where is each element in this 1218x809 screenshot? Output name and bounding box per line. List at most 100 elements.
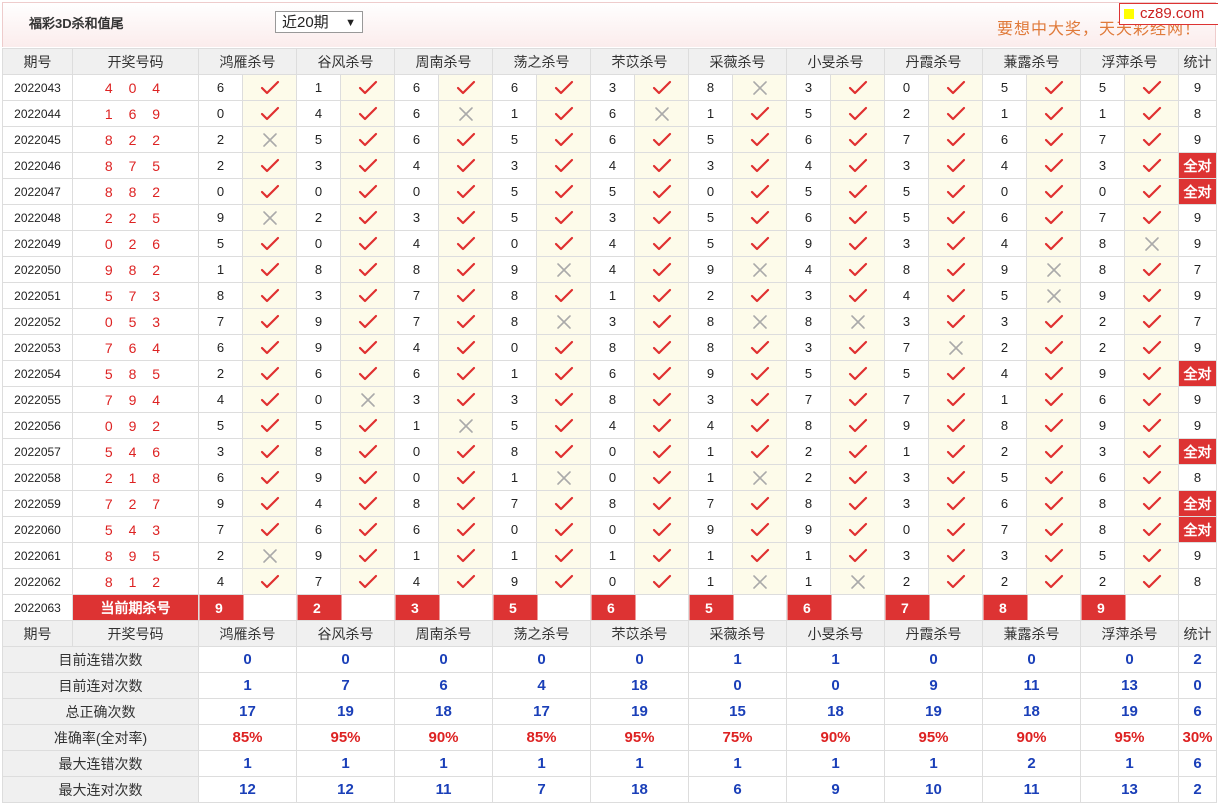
check-icon: [928, 542, 983, 569]
check-icon: [438, 282, 493, 309]
header-row: 期号 开奖号码 鸿雁杀号 谷风杀号 周南杀号 荡之杀号 芣苡杀号 采薇杀号 小旻杀号 丹霞杀号 蒹露…: [2, 620, 1217, 647]
stats-value: 85%: [492, 724, 591, 751]
kill-number-cell: 8: [1080, 490, 1125, 517]
kill-number-cell: 5: [688, 126, 733, 153]
check-icon: [340, 412, 395, 439]
kill-number-cell: 6: [1080, 464, 1125, 491]
check-icon: [1124, 308, 1179, 335]
stats-value: 0: [590, 646, 689, 673]
check-icon: [732, 126, 787, 153]
kill-number-cell: 7: [394, 282, 439, 309]
kill-number-cell: 1: [688, 100, 733, 127]
check-icon: [536, 152, 591, 179]
kill-number-cell: 4: [982, 230, 1027, 257]
col-expert: 蒹露杀号: [982, 48, 1081, 75]
kill-number-cell: 3: [1080, 438, 1125, 465]
check-icon: [732, 360, 787, 387]
stats-value: 2: [982, 750, 1081, 777]
kill-number-cell: 5: [982, 464, 1027, 491]
stats-row: 最大连对次数 12 12 11 7 18 6 9 10 11 13 2: [2, 776, 1217, 803]
kill-number-cell: 3: [492, 152, 537, 179]
kill-number-cell: 6: [982, 126, 1027, 153]
cross-icon: [732, 308, 787, 335]
kill-number-cell: 0: [492, 516, 537, 543]
check-icon: [928, 152, 983, 179]
col-expert: 采薇杀号: [688, 48, 787, 75]
col-expert: 芣苡杀号: [590, 48, 689, 75]
col-expert: 谷风杀号: [296, 620, 395, 647]
draw-number-cell: 5 7 3: [72, 282, 199, 309]
issue-cell: 2022046: [2, 152, 73, 179]
stats-total: 2: [1178, 646, 1217, 673]
kill-number-cell: 0: [394, 178, 439, 205]
kill-number-cell: 1: [394, 542, 439, 569]
check-icon: [1026, 204, 1081, 231]
issue-cell: 2022057: [2, 438, 73, 465]
kill-number-cell: 1: [786, 542, 831, 569]
check-icon: [732, 204, 787, 231]
col-expert: 芣苡杀号: [590, 620, 689, 647]
kill-number-cell: 0: [394, 438, 439, 465]
kill-number-cell: 8: [688, 74, 733, 101]
check-icon: [340, 438, 395, 465]
kill-number-cell: 9: [1080, 282, 1125, 309]
kill-number-cell: 9: [296, 464, 341, 491]
issue-cell: 2022053: [2, 334, 73, 361]
kill-number-cell: 0: [590, 516, 635, 543]
kill-number-cell: 6: [394, 74, 439, 101]
kill-number-cell: 7: [884, 126, 929, 153]
kill-number-cell: 3: [1080, 152, 1125, 179]
stats-value: 6: [394, 672, 493, 699]
draw-number-cell: 5 8 5: [72, 360, 199, 387]
draw-number-cell: 8 8 2: [72, 178, 199, 205]
issue-cell: 2022061: [2, 542, 73, 569]
col-expert: 荡之杀号: [492, 620, 591, 647]
period-select[interactable]: 近20期 ▼: [275, 11, 363, 33]
kill-number-cell: 9: [688, 360, 733, 387]
site-badge[interactable]: cz89.com: [1119, 3, 1218, 25]
table-row: 2022054 5 8 5 2 6 6 1 6 9 5 5 4 9 全对: [2, 360, 1217, 387]
check-icon: [1124, 490, 1179, 517]
kill-number-cell: 2: [1080, 308, 1125, 335]
check-icon: [634, 412, 689, 439]
kill-number-cell: 6: [296, 516, 341, 543]
kill-number-cell: 0: [296, 178, 341, 205]
check-icon: [536, 516, 591, 543]
kill-number-cell: 3: [590, 308, 635, 335]
kill-number-cell: 6: [394, 126, 439, 153]
check-icon: [830, 230, 885, 257]
stat-cell: 8: [1178, 100, 1217, 127]
kill-number-cell: 3: [688, 152, 733, 179]
check-icon: [340, 490, 395, 517]
period-select-value: 近20期: [282, 14, 329, 31]
check-icon: [242, 178, 297, 205]
kill-number-cell: 1: [786, 568, 831, 595]
check-icon: [340, 100, 395, 127]
kill-number-cell: 5: [688, 230, 733, 257]
kill-number-cell: 3: [884, 542, 929, 569]
check-icon: [830, 386, 885, 413]
kill-number-cell: 3: [884, 464, 929, 491]
stats-value: 90%: [982, 724, 1081, 751]
check-icon: [438, 568, 493, 595]
col-expert: 采薇杀号: [688, 620, 787, 647]
stats-label: 目前连对次数: [2, 672, 199, 699]
kill-number-cell: 6: [198, 464, 243, 491]
kill-number-cell: 1: [198, 256, 243, 283]
check-icon: [242, 438, 297, 465]
check-icon: [438, 256, 493, 283]
kill-number-cell: 7: [1080, 204, 1125, 231]
check-icon: [340, 568, 395, 595]
kill-number-cell: 8: [1080, 516, 1125, 543]
stats-value: 90%: [786, 724, 885, 751]
kill-number-cell: 6: [492, 74, 537, 101]
stats-total: 0: [1178, 672, 1217, 699]
check-icon: [1026, 490, 1081, 517]
kill-number-cell: 5: [884, 178, 929, 205]
check-icon: [732, 100, 787, 127]
table-row: 2022062 8 1 247490112228: [2, 568, 1217, 595]
stats-value: 95%: [296, 724, 395, 751]
stat-cell: 9: [1178, 282, 1217, 309]
current-kill-number: 5: [492, 594, 591, 621]
kill-number-cell: 4: [590, 256, 635, 283]
